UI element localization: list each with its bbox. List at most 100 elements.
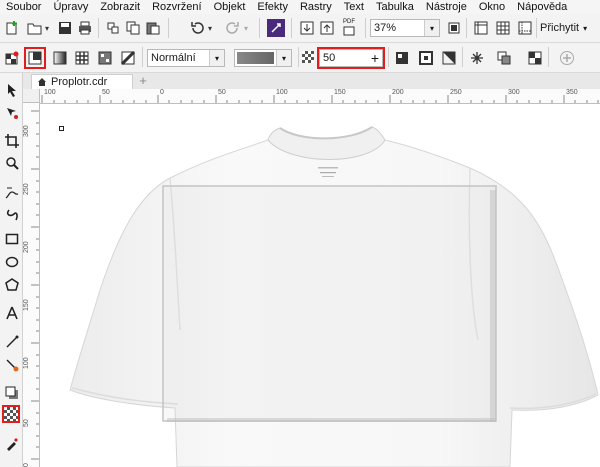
freeze-icon[interactable] [468, 49, 486, 67]
search-content-icon[interactable] [267, 19, 285, 37]
show-guidelines-icon[interactable] [516, 19, 534, 37]
drawing-canvas[interactable] [40, 104, 600, 467]
menu-tabulka[interactable]: Tabulka [370, 0, 420, 14]
paste-icon[interactable] [144, 19, 162, 37]
ruler-tick-label: 100 [44, 89, 56, 96]
fountain-transparency-icon[interactable] [51, 49, 69, 67]
artistic-media-icon[interactable] [3, 206, 20, 223]
document-tab[interactable]: Proplotr.cdr [31, 74, 133, 89]
ruler-tick-label: 250 [450, 89, 462, 96]
horizontal-ruler[interactable]: 100 50 0 50 100 150 200 250 300 350 [40, 89, 600, 104]
fill-transparency-icon[interactable] [393, 49, 411, 67]
menu-efekty[interactable]: Efekty [251, 0, 294, 14]
ruler-tick-label: 300 [508, 89, 520, 96]
transparency-amount-field[interactable]: 50 + [317, 47, 385, 69]
uniform-transparency-icon[interactable] [24, 47, 46, 69]
ruler-tick-label: 150 [23, 299, 30, 311]
chevron-down-icon: ▾ [583, 23, 588, 33]
ruler-tick-label: 350 [566, 89, 578, 96]
shape-tool-icon[interactable] [3, 104, 20, 121]
copy-icon[interactable] [124, 19, 142, 37]
copy-transparency-icon[interactable] [495, 49, 513, 67]
vertical-ruler[interactable]: 300 250 200 150 100 50 0 [23, 103, 40, 467]
menu-upravy[interactable]: Úpravy [47, 0, 94, 14]
standard-toolbar: ▾ ▾ ▾ PDF 37% ▾ Přichytit ▾ [0, 14, 600, 43]
ruler-tick-label: 50 [23, 419, 30, 427]
ruler-tick-label: 250 [23, 183, 30, 195]
menu-soubor[interactable]: Soubor [0, 0, 47, 14]
freehand-tool-icon[interactable] [3, 183, 20, 200]
separator [298, 47, 299, 67]
pick-tool-icon[interactable] [3, 81, 20, 98]
text-tool-icon[interactable] [3, 304, 20, 321]
separator [168, 18, 169, 38]
open-dropdown-icon[interactable]: ▾ [43, 19, 51, 37]
document-tab-label: Proplotr.cdr [51, 76, 108, 88]
connector-tool-icon[interactable] [3, 356, 20, 373]
export-icon[interactable] [318, 19, 336, 37]
redo-icon[interactable] [224, 19, 242, 37]
menu-nastroje[interactable]: Nástroje [420, 0, 473, 14]
transparency-pattern-combo[interactable]: ▾ [234, 49, 292, 67]
zoom-tool-icon[interactable] [3, 154, 20, 171]
ruler-tick-label: 50 [102, 89, 110, 96]
show-rulers-icon[interactable] [472, 19, 490, 37]
transparency-tool-icon[interactable] [2, 405, 20, 423]
drop-shadow-icon[interactable] [3, 384, 20, 401]
print-icon[interactable] [76, 19, 94, 37]
full-screen-preview-icon[interactable] [445, 19, 463, 37]
chevron-down-icon[interactable]: ▾ [209, 50, 224, 66]
menu-objekt[interactable]: Objekt [208, 0, 252, 14]
undo-dropdown-icon[interactable]: ▾ [206, 19, 214, 37]
menu-rozvrzeni[interactable]: Rozvržení [146, 0, 208, 14]
menu-rastry[interactable]: Rastry [294, 0, 338, 14]
import-icon[interactable] [298, 19, 316, 37]
t-shirt-image[interactable] [40, 104, 600, 467]
add-icon[interactable] [558, 49, 576, 67]
parallel-dimension-icon[interactable] [3, 333, 20, 350]
selection-handle[interactable] [59, 126, 64, 131]
merge-mode-combo[interactable]: Normální ▾ [147, 49, 225, 67]
separator [388, 47, 389, 67]
zoom-level-value: 37% [374, 22, 397, 34]
menu-text[interactable]: Text [338, 0, 370, 14]
separator [365, 18, 366, 38]
texture-transparency-icon[interactable] [119, 49, 137, 67]
document-tab-bar: Proplotr.cdr + [23, 73, 600, 90]
property-bar: Normální ▾ ▾ 50 + [0, 43, 600, 73]
separator [536, 18, 537, 38]
menu-okno[interactable]: Okno [473, 0, 511, 14]
crop-tool-icon[interactable] [3, 132, 20, 149]
outline-transparency-icon[interactable] [417, 49, 435, 67]
redo-dropdown-icon[interactable]: ▾ [242, 19, 250, 37]
save-icon[interactable] [56, 19, 74, 37]
menu-zobrazit[interactable]: Zobrazit [94, 0, 146, 14]
open-folder-icon[interactable] [26, 19, 44, 37]
new-document-icon[interactable] [3, 19, 21, 37]
publish-pdf-icon[interactable]: PDF [340, 18, 358, 36]
undo-icon[interactable] [188, 19, 206, 37]
color-eyedropper-icon[interactable] [3, 435, 20, 452]
edit-transparency-icon[interactable] [526, 49, 544, 67]
snap-to-button[interactable]: Přichytit ▾ [540, 20, 587, 36]
chevron-down-icon[interactable]: ▾ [276, 50, 291, 66]
zoom-level-combo[interactable]: 37% ▾ [370, 19, 440, 37]
ellipse-tool-icon[interactable] [3, 253, 20, 270]
chevron-down-icon[interactable]: ▾ [424, 20, 439, 36]
cut-icon[interactable] [104, 19, 122, 37]
ruler-origin[interactable] [23, 89, 40, 103]
menu-napoveda[interactable]: Nápověda [511, 0, 573, 14]
all-transparency-icon[interactable] [440, 49, 458, 67]
menu-bar: Soubor Úpravy Zobrazit Rozvržení Objekt … [0, 0, 600, 14]
polygon-tool-icon[interactable] [3, 276, 20, 293]
vector-pattern-transparency-icon[interactable] [73, 49, 91, 67]
show-grid-icon[interactable] [494, 19, 512, 37]
slider-plus-icon[interactable]: + [368, 51, 382, 65]
separator [98, 18, 99, 38]
bitmap-pattern-transparency-icon[interactable] [96, 49, 114, 67]
new-tab-plus-icon[interactable]: + [136, 74, 150, 88]
separator [291, 18, 292, 38]
freeze-transparency-icon[interactable] [3, 49, 21, 67]
rectangle-tool-icon[interactable] [3, 230, 20, 247]
home-icon[interactable] [37, 77, 47, 87]
